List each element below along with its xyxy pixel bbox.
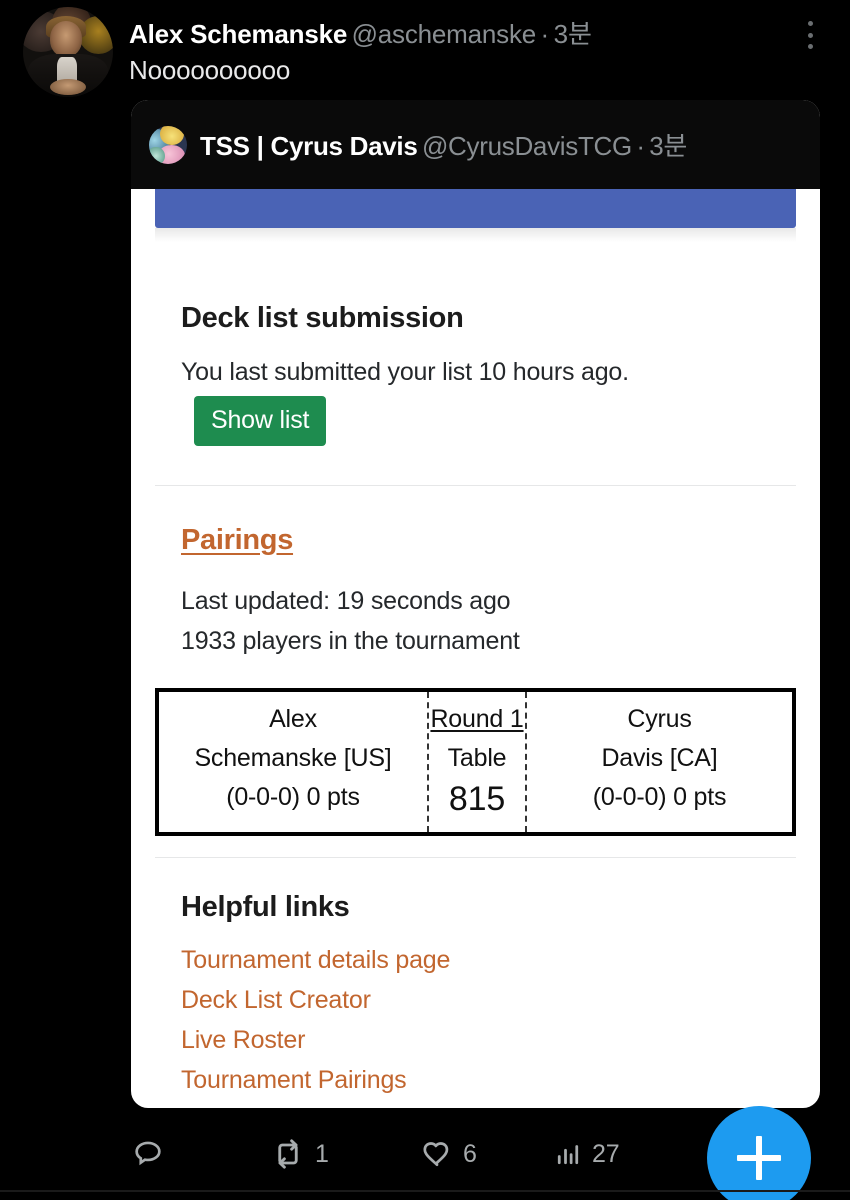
last-updated-text: Last updated: 19 seconds ago [181, 587, 511, 615]
deck-section-title: Deck list submission [181, 302, 464, 334]
separator-dot: · [540, 19, 550, 49]
pairing-table: Alex Schemanske [US] (0-0-0) 0 pts Round… [155, 688, 796, 836]
section-divider [155, 857, 796, 858]
views-count: 27 [592, 1139, 620, 1168]
quoted-tweet-header[interactable]: TSS | Cyrus Davis @CyrusDavisTCG · 3분 [131, 100, 820, 189]
views-button[interactable]: 27 [553, 1118, 620, 1190]
link-tournament-pairings[interactable]: Tournament Pairings [181, 1066, 407, 1095]
compose-button[interactable] [707, 1106, 811, 1200]
quoted-author-line: TSS | Cyrus Davis @CyrusDavisTCG · 3분 [200, 126, 687, 163]
bottom-divider [0, 1190, 850, 1192]
like-count: 6 [463, 1139, 477, 1168]
pairing-table-middle: Round 1 Table 815 [427, 692, 527, 832]
left-player-record: (0-0-0) 0 pts [226, 783, 360, 811]
tweet-screen: Alex Schemanske @aschemanske · 3분 Nooooo… [0, 0, 850, 1200]
author-display-name[interactable]: Alex Schemanske [129, 19, 347, 49]
quoted-author-avatar[interactable] [149, 125, 187, 164]
retweet-button[interactable]: 1 [270, 1118, 329, 1190]
retweet-count: 1 [315, 1139, 329, 1168]
quoted-separator-dot: · [636, 131, 645, 161]
quoted-tweet-card[interactable]: Deck list submission You last submitted … [131, 100, 820, 1108]
quoted-tweet-timestamp[interactable]: 3분 [649, 131, 687, 161]
link-tournament-details[interactable]: Tournament details page [181, 946, 450, 975]
helpful-links-title: Helpful links [181, 891, 350, 923]
right-player-last-name: Davis [CA] [601, 744, 718, 772]
right-player-first-name: Cyrus [627, 705, 692, 733]
round-label: Round 1 [430, 705, 524, 733]
tweet-text: Noooooooooo [129, 55, 291, 85]
link-live-roster[interactable]: Live Roster [181, 1026, 305, 1055]
quoted-author-display-name[interactable]: TSS | Cyrus Davis [200, 131, 418, 161]
pairings-heading-link[interactable]: Pairings [181, 524, 293, 557]
table-label: Table [447, 744, 507, 772]
author-handle[interactable]: @aschemanske [352, 19, 537, 49]
heart-icon [420, 1137, 454, 1171]
right-player-record: (0-0-0) 0 pts [592, 783, 727, 811]
left-player-first-name: Alex [269, 705, 317, 733]
section-divider [155, 485, 796, 486]
retweet-icon [270, 1136, 306, 1172]
more-vertical-icon[interactable] [797, 18, 823, 52]
like-button[interactable]: 6 [420, 1118, 477, 1190]
reply-icon [131, 1137, 165, 1171]
tweet-header: Alex Schemanske @aschemanske · 3분 Nooooo… [0, 0, 850, 100]
avatar[interactable] [23, 7, 113, 97]
views-bar-chart-icon [553, 1139, 583, 1169]
tweet-timestamp[interactable]: 3분 [554, 19, 592, 49]
quoted-author-handle[interactable]: @CyrusDavisTCG [422, 131, 632, 161]
pairing-player-right: Cyrus Davis [CA] (0-0-0) 0 pts [527, 692, 792, 832]
author-line: Alex Schemanske @aschemanske · 3분 [129, 14, 592, 51]
pairing-player-left: Alex Schemanske [US] (0-0-0) 0 pts [159, 692, 427, 832]
player-count-text: 1933 players in the tournament [181, 627, 520, 655]
link-deck-list-creator[interactable]: Deck List Creator [181, 986, 371, 1015]
deck-section-subtitle: You last submitted your list 10 hours ag… [181, 358, 629, 386]
table-number: 815 [448, 780, 506, 818]
reply-button[interactable] [131, 1118, 174, 1190]
left-player-last-name: Schemanske [US] [194, 744, 392, 772]
show-list-button[interactable]: Show list [194, 396, 327, 446]
